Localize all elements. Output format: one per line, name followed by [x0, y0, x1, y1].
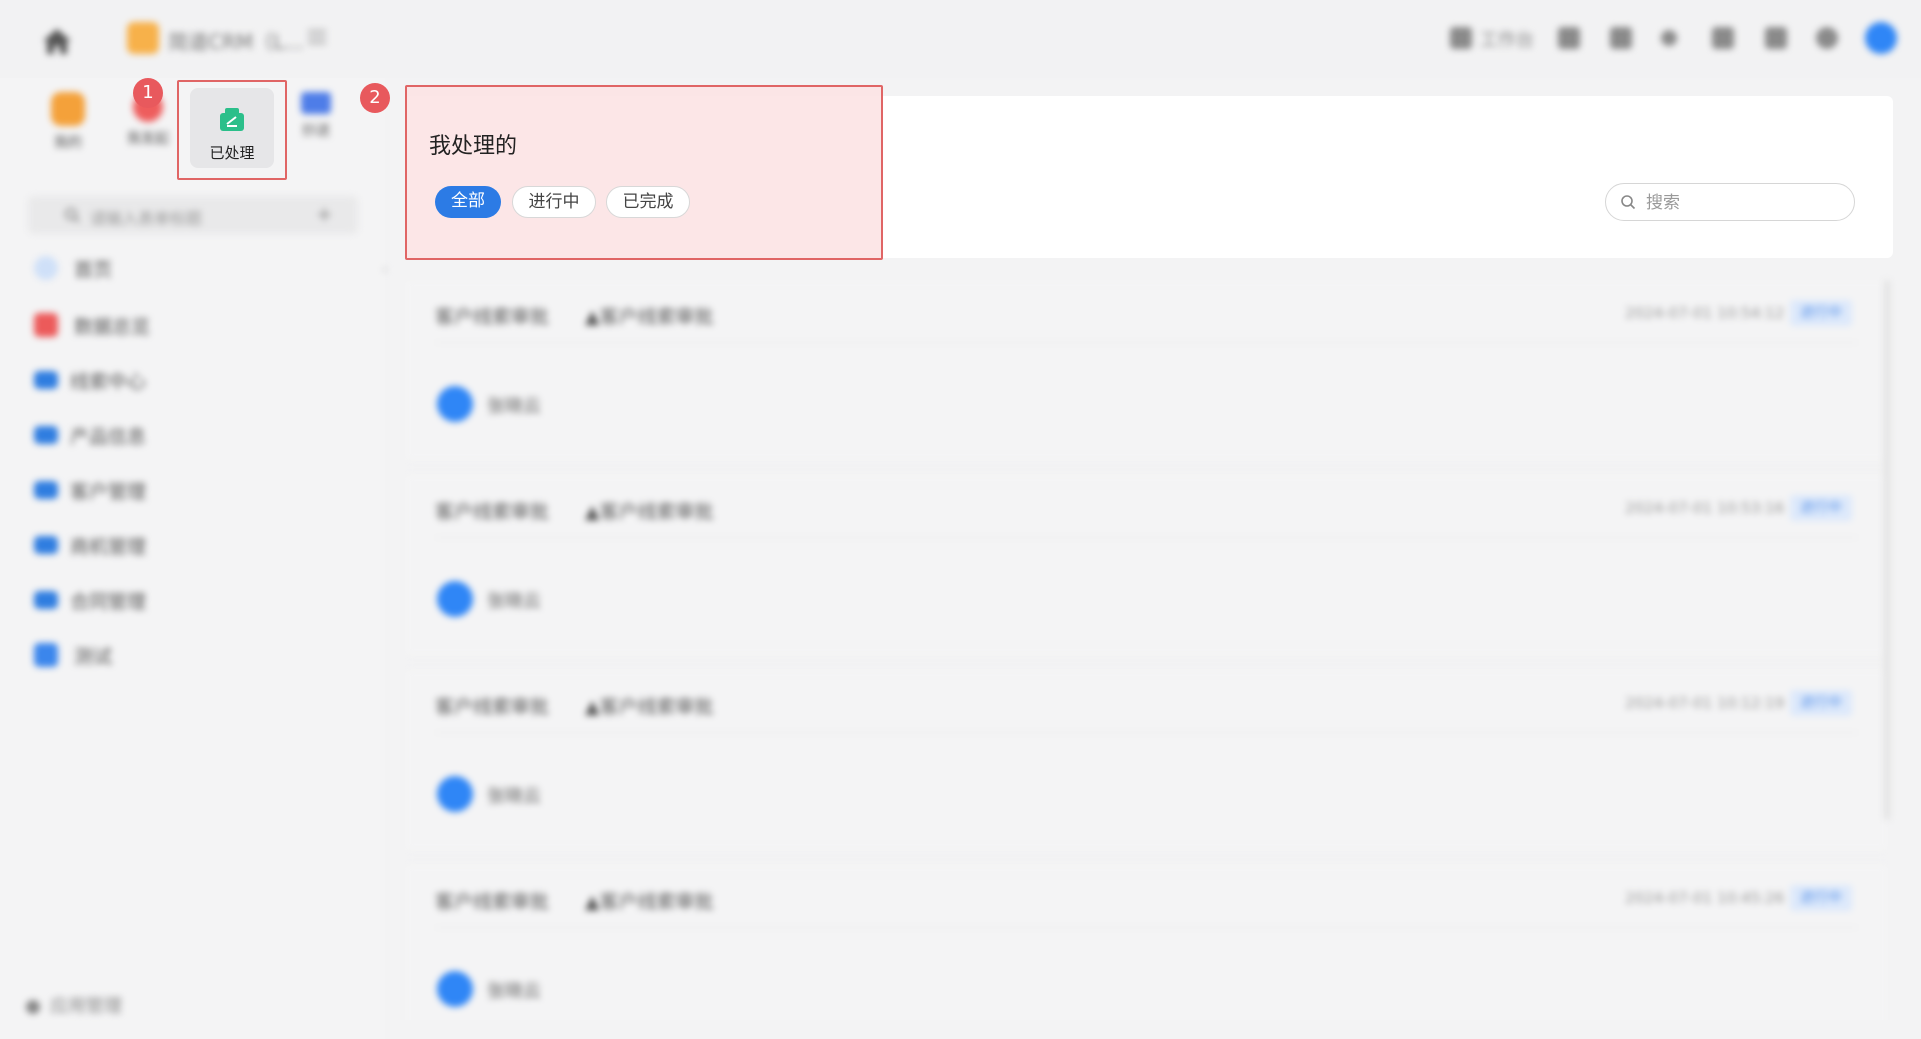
search-input[interactable] — [1644, 190, 1844, 216]
collapse-icon[interactable]: ‹ — [382, 262, 388, 278]
search-icon — [1621, 195, 1636, 210]
settings-icon[interactable] — [1816, 27, 1838, 49]
task-subtitle: ▲客户线索审批 — [585, 306, 714, 328]
top-bar: 简道CRM（L... 工作台 — [0, 0, 1921, 78]
search-icon — [65, 208, 80, 223]
status-badge: 进行中 — [1790, 495, 1852, 521]
task-title: 客户线索审批 — [435, 696, 550, 718]
folder-icon — [34, 371, 58, 389]
sidebar-item-label: 数据总览 — [74, 316, 151, 338]
folder-icon — [34, 591, 58, 609]
status-badge: 进行中 — [1790, 690, 1852, 716]
divider — [435, 537, 1858, 538]
task-time: 2024-07-01 10:12:19 — [1625, 694, 1785, 712]
filter-all-button[interactable]: 全部 — [435, 186, 501, 218]
sidebar-item-label: 商机管理 — [70, 536, 147, 558]
filter-in-progress-button[interactable]: 进行中 — [512, 186, 596, 218]
status-badge: 进行中 — [1790, 885, 1852, 911]
task-time: 2024-07-01 10:53:16 — [1625, 499, 1785, 517]
sidebar-item-label: 首页 — [74, 259, 113, 281]
folder-icon — [34, 481, 58, 499]
quick-action-cc[interactable]: 抄送 — [286, 92, 346, 140]
message-icon[interactable] — [1712, 27, 1734, 49]
task-title: 客户线索审批 — [435, 891, 550, 913]
home-icon[interactable] — [40, 26, 74, 56]
task-user: 张晓云 — [487, 396, 541, 417]
app-management-label: 应用管理 — [50, 996, 122, 1017]
quick-action-label: 我的 — [54, 135, 82, 151]
highlight-box-2 — [405, 85, 883, 260]
task-user: 张晓云 — [487, 591, 541, 612]
sidebar-item-label: 线索中心 — [70, 371, 147, 393]
add-icon[interactable]: + — [316, 202, 333, 226]
calendar-icon[interactable] — [1610, 27, 1632, 49]
folder-icon — [34, 426, 58, 444]
task-card[interactable]: 客户线索审批 ▲客户线索审批 2024-07-01 10:53:16 进行中 张… — [405, 475, 1888, 655]
app-management-link[interactable]: 应用管理 — [26, 992, 122, 1018]
sidebar-item-label: 合同管理 — [70, 591, 147, 613]
app-logo[interactable] — [127, 22, 159, 54]
task-user: 张晓云 — [487, 981, 541, 1002]
avatar — [437, 386, 473, 422]
avatar[interactable] — [1865, 22, 1897, 54]
highlight-box-1 — [177, 80, 287, 180]
task-list: 客户线索审批 ▲客户线索审批 2024-07-01 10:54:12 进行中 张… — [405, 280, 1888, 1020]
app-name[interactable]: 简道CRM（L... — [168, 26, 303, 55]
chart-icon — [34, 313, 58, 337]
menu-icon[interactable] — [306, 27, 328, 47]
hand-icon — [51, 92, 85, 126]
search-field[interactable] — [1605, 183, 1855, 221]
divider — [435, 927, 1858, 928]
task-card[interactable]: 客户线索审批 ▲客户线索审批 2024-07-01 10:45:26 进行中 张… — [405, 865, 1888, 1020]
quick-action-label: 抄送 — [302, 123, 330, 139]
task-subtitle: ▲客户线索审批 — [585, 696, 714, 718]
doc-icon[interactable] — [1765, 27, 1787, 49]
grid-icon[interactable] — [1558, 27, 1580, 49]
filter-completed-button[interactable]: 已完成 — [606, 186, 690, 218]
task-card[interactable]: 客户线索审批 ▲客户线索审批 2024-07-01 10:54:12 进行中 张… — [405, 280, 1888, 460]
sidebar-search-input[interactable]: 请输入表单标题 + — [28, 196, 358, 234]
sidebar-item-label: 产品信息 — [70, 426, 147, 448]
workbench-label[interactable]: 工作台 — [1480, 26, 1534, 52]
status-badge: 进行中 — [1790, 300, 1852, 326]
avatar — [437, 971, 473, 1007]
sidebar-search-placeholder: 请输入表单标题 — [90, 209, 203, 228]
page-title: 我处理的 — [429, 134, 518, 159]
divider — [435, 732, 1858, 733]
form-icon — [34, 643, 58, 667]
sidebar-item-label: 测试 — [74, 646, 113, 668]
quick-action-label: 我发起 — [127, 131, 169, 147]
send-icon — [301, 92, 331, 114]
task-title: 客户线索审批 — [435, 306, 550, 328]
scrollbar[interactable] — [1884, 280, 1890, 820]
star-icon[interactable] — [1661, 30, 1677, 46]
avatar — [437, 776, 473, 812]
sidebar-item-label: 客户管理 — [70, 481, 147, 503]
task-subtitle: ▲客户线索审批 — [585, 891, 714, 913]
task-subtitle: ▲客户线索审批 — [585, 501, 714, 523]
task-card[interactable]: 客户线索审批 ▲客户线索审批 2024-07-01 10:12:19 进行中 张… — [405, 670, 1888, 850]
workbench-icon[interactable] — [1450, 27, 1472, 49]
folder-icon — [34, 536, 58, 554]
task-time: 2024-07-01 10:45:26 — [1625, 889, 1785, 907]
avatar — [437, 581, 473, 617]
divider — [435, 342, 1858, 343]
task-time: 2024-07-01 10:54:12 — [1625, 304, 1785, 322]
task-user: 张晓云 — [487, 786, 541, 807]
gear-icon — [26, 1000, 40, 1014]
annotation-badge-2: 2 — [360, 83, 390, 113]
home-nav-icon — [34, 256, 58, 280]
quick-action-mine[interactable]: 我的 — [38, 92, 98, 152]
task-title: 客户线索审批 — [435, 501, 550, 523]
annotation-badge-1: 1 — [133, 78, 163, 108]
